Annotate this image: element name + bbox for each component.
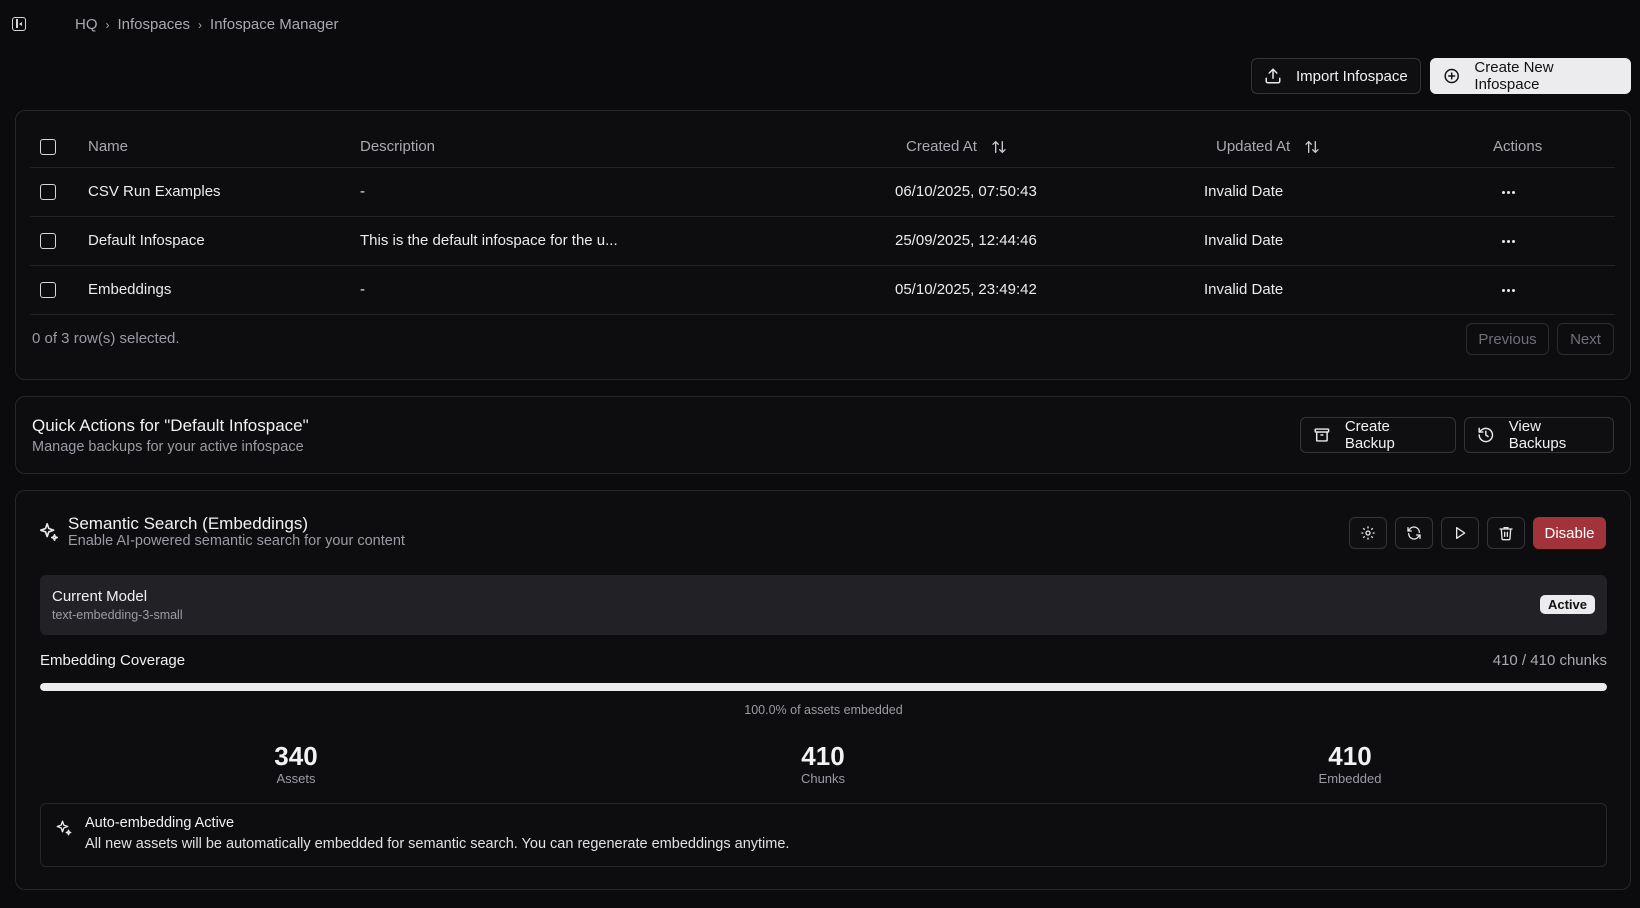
select-all-checkbox[interactable] [40,139,56,155]
row-name[interactable]: Default Infospace [88,232,205,249]
trash-icon [1499,527,1513,541]
infospace-table-card [15,110,1631,380]
more-actions-icon[interactable] [1498,280,1518,300]
current-model-name: text-embedding-3-small [52,608,183,622]
upload-icon [1265,68,1281,84]
row-name[interactable]: Embeddings [88,281,171,298]
more-actions-icon[interactable] [1498,182,1518,202]
disable-button[interactable]: Disable [1533,517,1606,549]
current-model-heading: Current Model [52,588,148,605]
sparkles-icon [39,522,59,542]
row-checkbox[interactable] [40,282,56,298]
import-infospace-label: Import Infospace [1296,67,1408,85]
view-backups-label: View Backups [1508,418,1567,452]
quick-actions-subtitle: Manage backups for your active infospace [32,439,304,455]
row-created: 06/10/2025, 07:50:43 [895,183,1037,200]
delete-button[interactable] [1487,517,1525,549]
row-divider [30,167,1615,168]
chevron-right-icon: › [105,17,110,32]
row-checkbox[interactable] [40,233,56,249]
auto-embedding-text: All new assets will be automatically emb… [85,836,790,852]
row-description: This is the default infospace for the u.… [360,232,618,249]
previous-page-button[interactable]: Previous [1466,323,1549,355]
column-header-description: Description [360,138,436,155]
row-divider [30,314,1615,315]
row-divider [30,265,1615,266]
create-infospace-label: Create New Infospace [1474,59,1554,93]
more-actions-icon[interactable] [1498,231,1518,251]
import-infospace-button[interactable]: Import Infospace [1251,58,1421,94]
row-name[interactable]: CSV Run Examples [88,183,221,200]
create-backup-label: Create Backup [1344,418,1395,452]
view-backups-button[interactable]: View Backups [1464,417,1614,453]
sparkles-icon [56,820,72,836]
row-description: - [360,281,365,298]
archive-icon [1314,428,1330,442]
plus-circle-icon [1444,68,1459,84]
stat-embedded-value: 410 [1328,741,1372,771]
updated-header-label: Updated At [1216,138,1291,155]
play-icon [1456,527,1466,539]
auto-embedding-notice: Auto-embedding Active All new assets wil… [40,803,1607,867]
refresh-icon [1407,526,1421,540]
breadcrumb: HQ › Infospaces › Infospace Manager [75,16,338,33]
coverage-progress-bar [40,683,1607,691]
created-header-label: Created At [906,138,977,155]
row-checkbox[interactable] [40,184,56,200]
create-infospace-button[interactable]: Create New Infospace [1430,58,1631,94]
stat-embedded-label: Embedded [1318,771,1382,786]
stat-chunks-label: Chunks [800,771,846,786]
row-created: 05/10/2025, 23:49:42 [895,281,1037,298]
breadcrumb-item-manager: Infospace Manager [210,16,339,33]
run-button[interactable] [1441,517,1479,549]
stat-assets-label: Assets [276,771,316,786]
coverage-progress-fill [40,683,1607,691]
stat-chunks-value: 410 [801,741,845,771]
semantic-subtitle: Enable AI-powered semantic search for yo… [68,533,405,549]
row-updated: Invalid Date [1204,183,1284,200]
auto-embedding-title: Auto-embedding Active [85,815,235,831]
quick-actions-title: Quick Actions for "Default Infospace" [32,416,309,435]
column-header-actions: Actions [1493,138,1543,155]
status-badge: Active [1539,595,1595,614]
regenerate-button[interactable] [1395,517,1433,549]
column-header-name: Name [88,138,129,155]
gear-icon [1361,526,1375,540]
history-icon [1478,427,1494,443]
settings-button[interactable] [1349,517,1387,549]
chevron-right-icon: › [198,17,203,32]
column-header-created[interactable]: Created At [906,138,1007,155]
sort-icon[interactable] [1304,139,1320,155]
current-model-panel: Current Model text-embedding-3-small Act… [40,575,1607,635]
top-bar: HQ › Infospaces › Infospace Manager [0,0,1640,50]
row-created: 25/09/2025, 12:44:46 [895,232,1037,249]
coverage-caption: 100.0% of assets embedded [744,703,903,717]
selection-status: 0 of 3 row(s) selected. [32,330,180,347]
sort-icon[interactable] [991,139,1007,155]
stat-assets-value: 340 [274,741,318,771]
coverage-count: 410 / 410 chunks [1492,652,1607,669]
row-description: - [360,183,365,200]
coverage-label: Embedding Coverage [40,652,186,669]
row-updated: Invalid Date [1204,281,1284,298]
breadcrumb-item-infospaces[interactable]: Infospaces [118,16,191,33]
next-page-button[interactable]: Next [1557,323,1614,355]
row-divider [30,216,1615,217]
column-header-updated[interactable]: Updated At [1216,138,1320,155]
semantic-title: Semantic Search (Embeddings) [68,514,309,533]
breadcrumb-item-hq[interactable]: HQ [75,16,98,33]
sidebar-toggle-icon[interactable] [12,17,26,31]
row-updated: Invalid Date [1204,232,1284,249]
create-backup-button[interactable]: Create Backup [1300,417,1456,453]
